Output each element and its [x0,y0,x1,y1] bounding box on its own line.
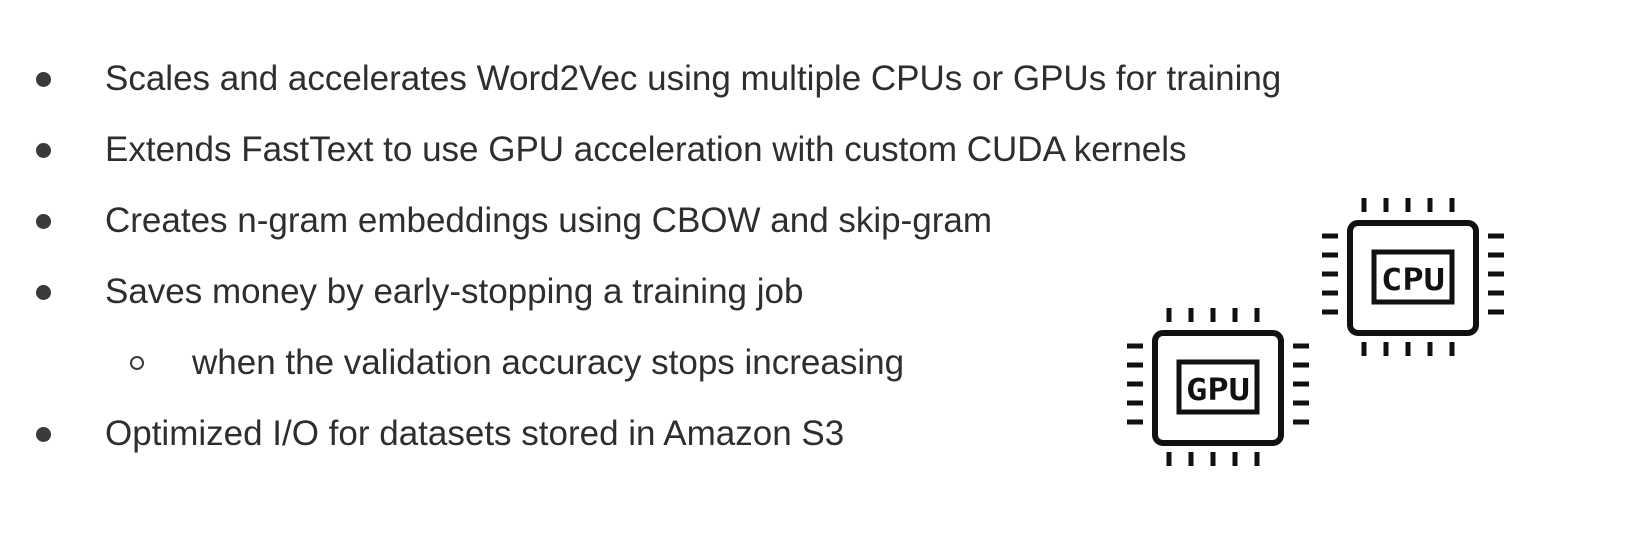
bullet-dot-icon [36,213,51,229]
bullet-dot-icon [36,142,51,158]
bullet-dot-icon [36,71,51,87]
gpu-chip-label: GPU [1186,373,1250,408]
slide: Scales and accelerates Word2Vec using mu… [0,0,1646,544]
sub-bullet-text: when the validation accuracy stops incre… [192,342,905,382]
cpu-chip-label: CPU [1381,263,1445,298]
bullet-text: Extends FastText to use GPU acceleration… [105,129,1187,169]
hollow-bullet-icon [130,355,144,370]
bullet-dot-icon [36,284,51,300]
bullet-text: Optimized I/O for datasets stored in Ama… [105,413,845,453]
bullet-dot-icon [36,426,51,442]
bullet-text: Scales and accelerates Word2Vec using mu… [105,58,1282,98]
bullet-text: Creates n-gram embeddings using CBOW and… [105,200,993,240]
gpu-chip-icon: GPU [1123,300,1323,475]
bullet-text: Saves money by early-stopping a training… [105,271,804,311]
cpu-chip-icon: CPU [1318,190,1518,365]
